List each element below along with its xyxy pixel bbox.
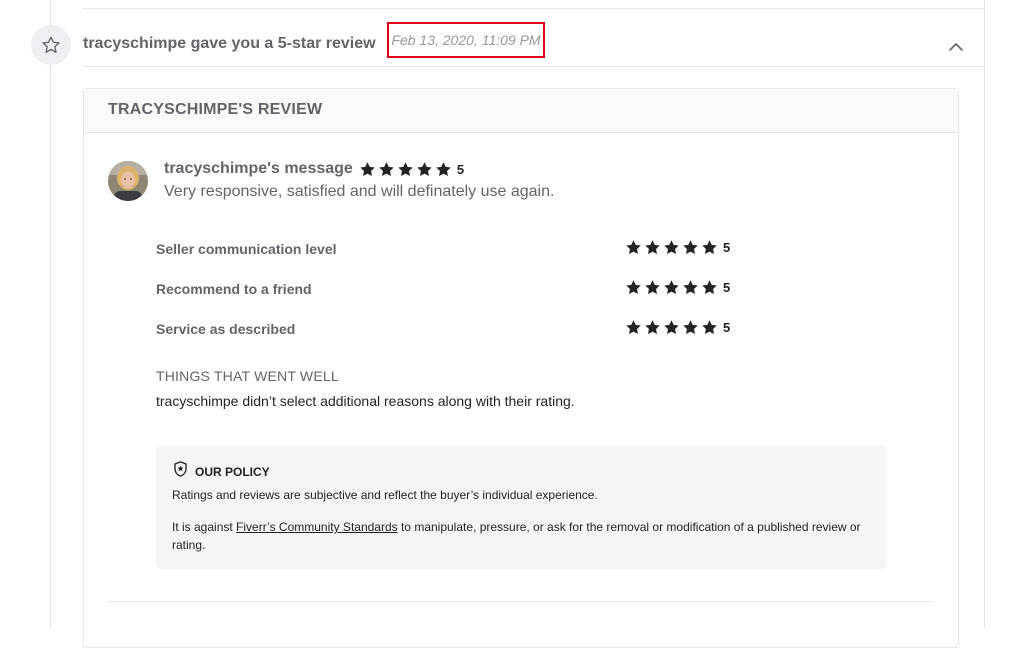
criteria-row: Service as described 5 [156, 319, 756, 339]
star-icon [645, 320, 660, 335]
star-icon [702, 320, 717, 335]
star-icon [683, 320, 698, 335]
criteria-label: Recommend to a friend [156, 281, 312, 297]
criteria-row: Seller communication level 5 [156, 239, 756, 259]
star-outline-icon-svg [42, 36, 60, 53]
top-divider [82, 8, 984, 9]
policy-text-standards: It is against Fiverr’s Community Standar… [172, 518, 872, 554]
timeline-line [50, 0, 51, 628]
star-icon [626, 280, 641, 295]
star-icon [626, 320, 641, 335]
star-icon [683, 280, 698, 295]
star-icon [702, 240, 717, 255]
review-card: TRACYSCHIMPE'S REVIEW tracyschimpe's mes… [83, 88, 959, 648]
star-icon [664, 320, 679, 335]
criteria-row: Recommend to a friend 5 [156, 279, 756, 299]
chevron-up-icon[interactable] [948, 40, 964, 52]
message-header: tracyschimpe's message 5 [164, 160, 464, 178]
bottom-divider [108, 601, 934, 602]
star-icon [664, 240, 679, 255]
star-icon [436, 161, 451, 176]
star-icon [645, 240, 660, 255]
review-heading: TRACYSCHIMPE'S REVIEW [108, 101, 323, 118]
star-outline-icon [31, 25, 71, 65]
went-well-text: tracyschimpe didn’t select additional re… [156, 393, 575, 409]
star-icon [379, 161, 394, 176]
star-icon [417, 161, 432, 176]
overall-star-rating: 5 [359, 161, 464, 178]
star-icon [645, 280, 660, 295]
criteria-star-rating: 5 [625, 319, 730, 336]
star-icon [360, 161, 375, 176]
event-timestamp: Feb 13, 2020, 11:09 PM [387, 22, 545, 58]
overall-rating-value: 5 [456, 161, 465, 177]
event-title: tracyschimpe gave you a 5-star review [83, 35, 376, 52]
event-header[interactable]: tracyschimpe gave you a 5-star review Fe… [83, 22, 984, 67]
review-message: Very responsive, satisfied and will defi… [164, 183, 555, 200]
star-icon [683, 240, 698, 255]
review-card-header: TRACYSCHIMPE'S REVIEW [84, 89, 958, 133]
star-icon [398, 161, 413, 176]
star-icon [664, 280, 679, 295]
policy-text-prefix: It is against [172, 520, 237, 534]
criteria-star-rating: 5 [625, 239, 730, 256]
community-standards-link[interactable]: Fiverr’s Community Standards [236, 520, 398, 534]
policy-header: OUR POLICY [173, 461, 270, 482]
criteria-label: Seller communication level [156, 241, 337, 257]
message-author: tracyschimpe's message [164, 160, 353, 177]
criteria-rating-value: 5 [723, 320, 731, 335]
policy-box: OUR POLICY Ratings and reviews are subje… [156, 445, 887, 569]
star-icon [702, 280, 717, 295]
criteria-rating-value: 5 [723, 280, 731, 295]
criteria-rating-value: 5 [723, 240, 731, 255]
criteria-star-rating: 5 [625, 279, 730, 296]
policy-text: Ratings and reviews are subjective and r… [172, 488, 598, 502]
policy-title: OUR POLICY [195, 464, 270, 479]
shield-star-icon [173, 461, 188, 482]
star-icon [626, 240, 641, 255]
went-well-title: THINGS THAT WENT WELL [156, 368, 339, 384]
avatar[interactable] [108, 161, 148, 201]
right-border [984, 0, 985, 628]
criteria-label: Service as described [156, 321, 296, 337]
